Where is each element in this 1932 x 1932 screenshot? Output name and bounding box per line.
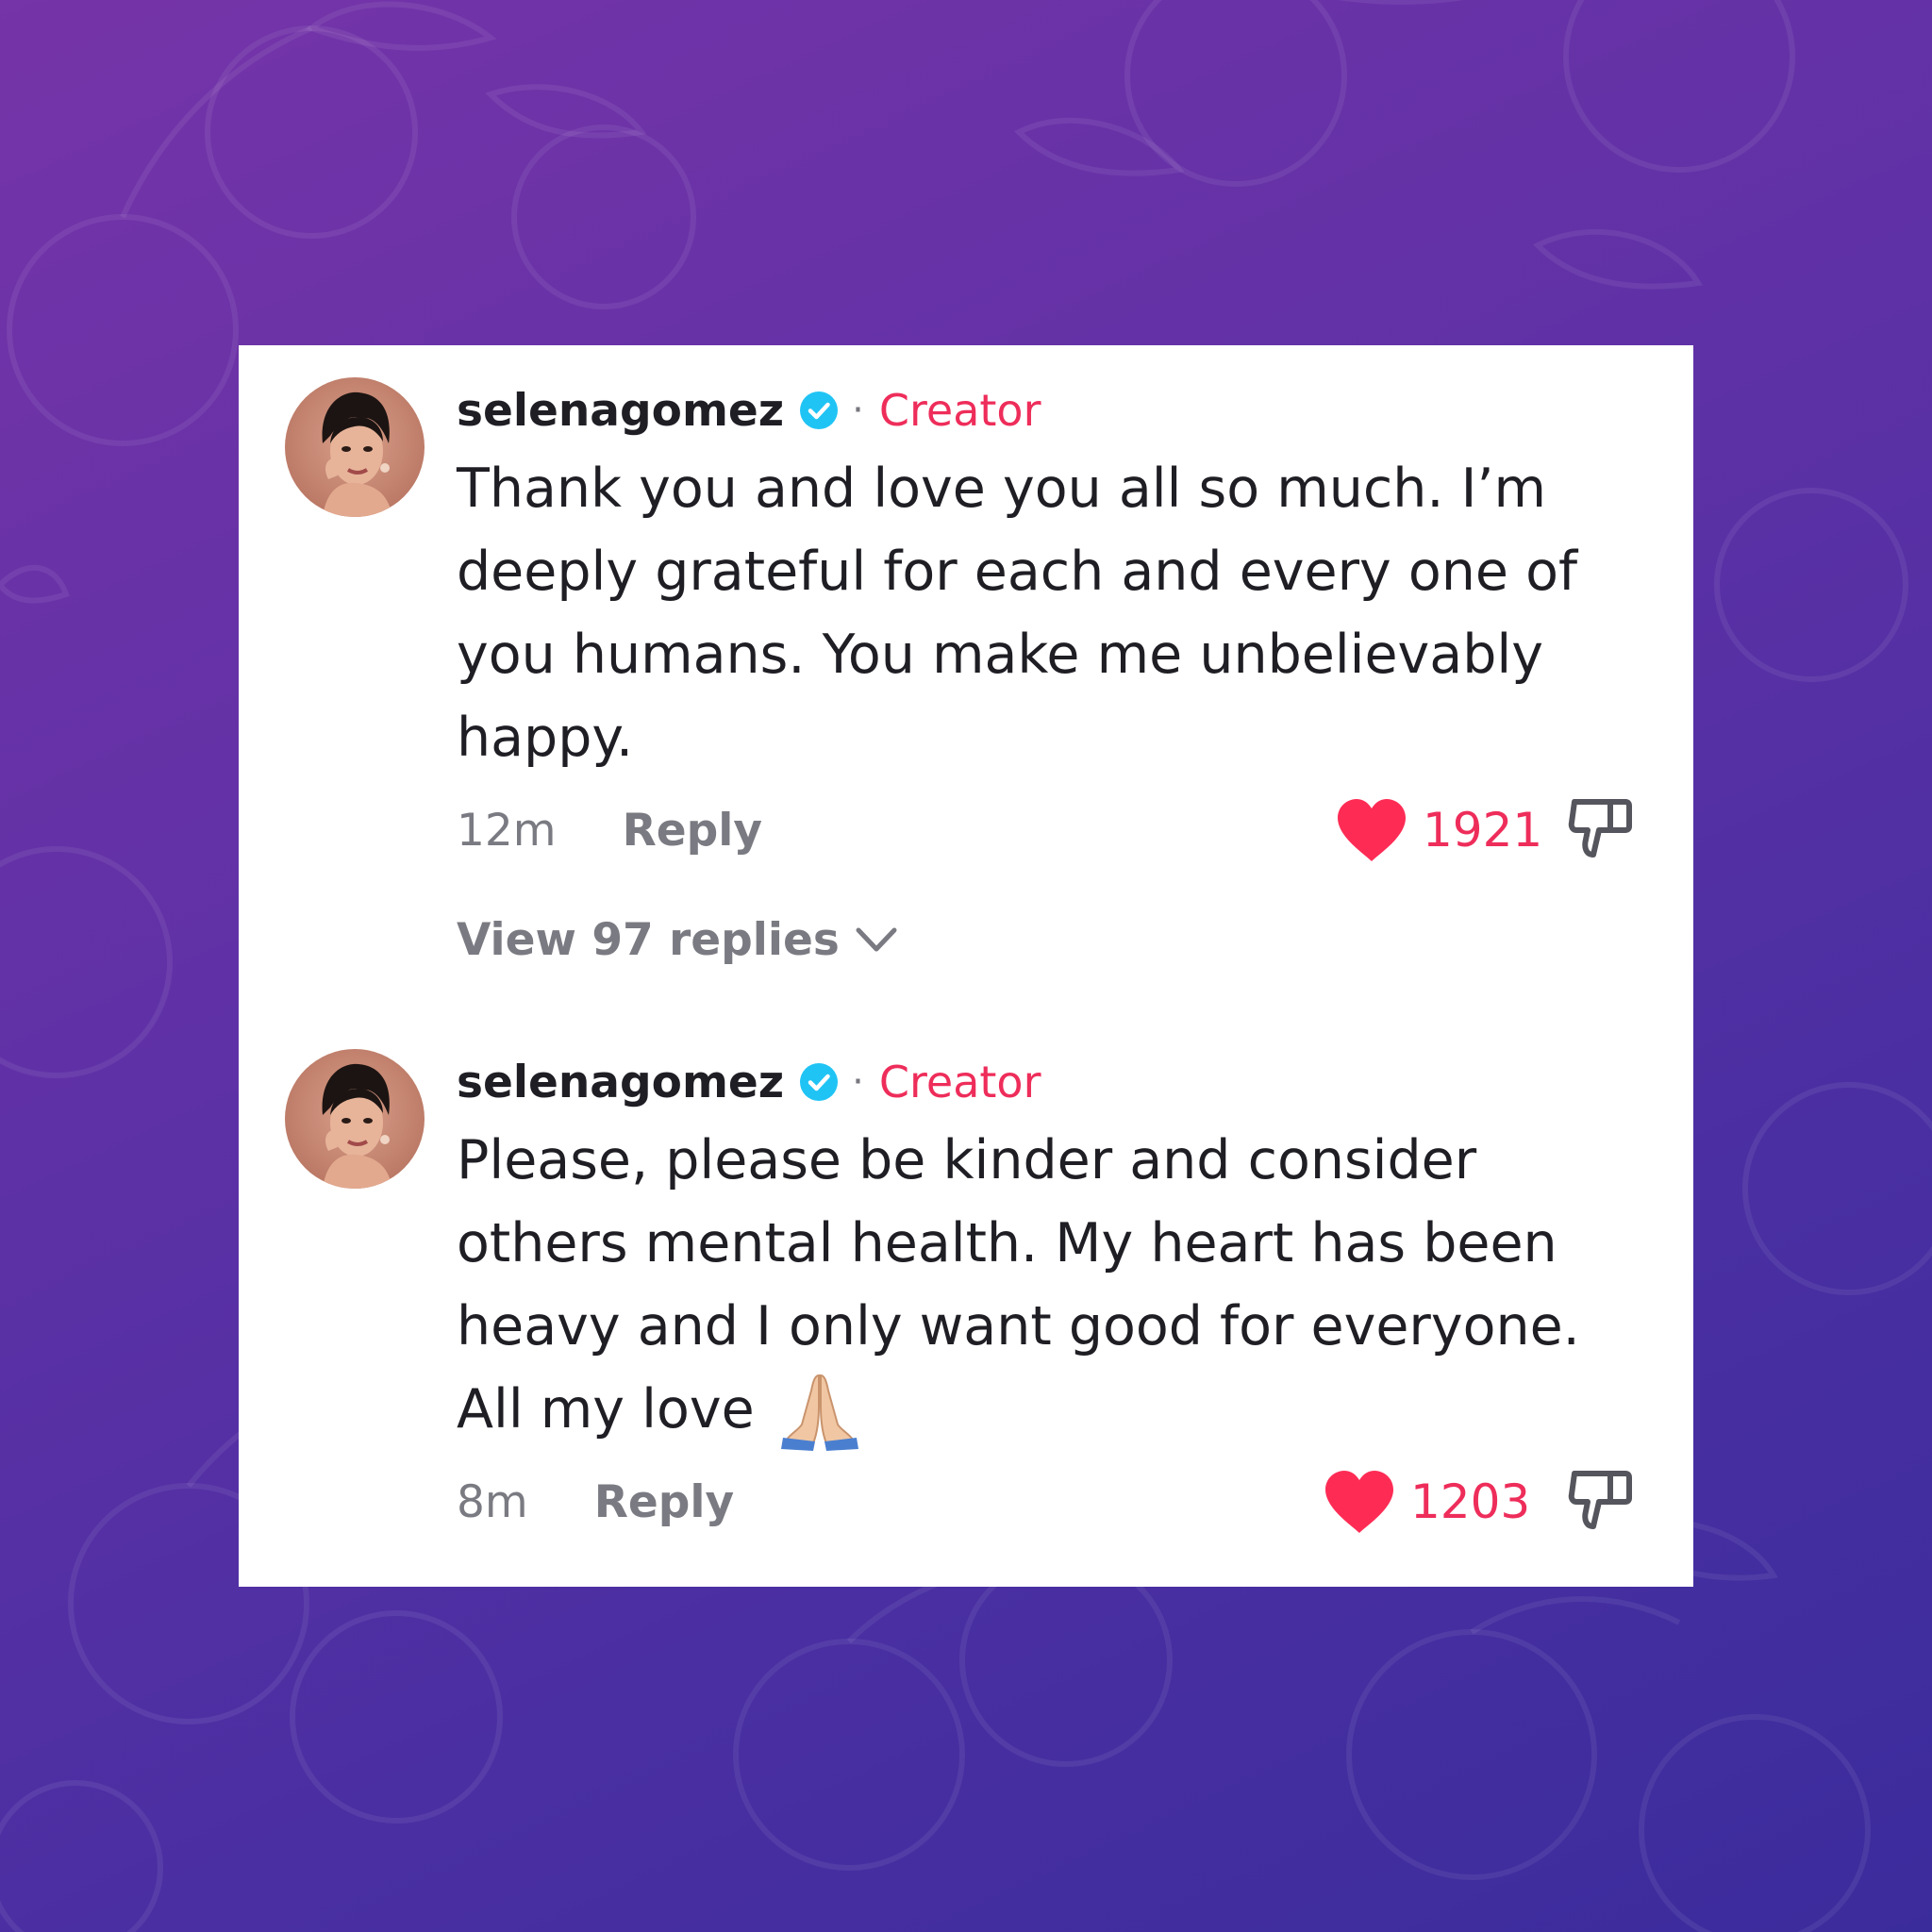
comment-header: selenagomez · Creator: [457, 377, 1041, 443]
separator: ·: [852, 1060, 864, 1104]
profile-photo: [285, 1049, 425, 1189]
creator-badge: Creator: [878, 1057, 1041, 1108]
like-button[interactable]: 1921: [1336, 792, 1542, 868]
comment-meta: 12m Reply: [457, 797, 762, 863]
heart-icon: [1338, 799, 1406, 861]
thumbs-down-icon[interactable]: [1567, 1464, 1635, 1532]
view-replies-button[interactable]: View 97 replies: [457, 907, 898, 973]
comment-text: Thank you and love you all so much. I’m …: [457, 447, 1645, 779]
separator: ·: [852, 389, 864, 432]
profile-photo: [285, 377, 425, 517]
timestamp: 12m: [457, 804, 557, 857]
like-count: 1203: [1410, 1474, 1531, 1529]
comment-text: Please, please be kinder and consider ot…: [457, 1119, 1645, 1451]
comment-meta: 8m Reply: [457, 1469, 734, 1535]
prayer-hands-emoji: [777, 1368, 862, 1451]
heart-icon: [1325, 1471, 1393, 1533]
timestamp: 8m: [457, 1475, 528, 1528]
comments-card: selenagomez · Creator Thank you and love…: [239, 345, 1693, 1587]
chevron-down-icon: [856, 927, 897, 952]
reply-button[interactable]: Reply: [594, 1476, 734, 1528]
like-button[interactable]: 1203: [1324, 1464, 1530, 1540]
username[interactable]: selenagomez: [457, 1057, 784, 1108]
creator-badge: Creator: [878, 385, 1041, 436]
comment-body: Please, please be kinder and consider ot…: [457, 1129, 1580, 1441]
prayer-hands-icon: [780, 1374, 858, 1451]
verified-badge-icon: [800, 391, 839, 429]
view-replies-label: View 97 replies: [457, 913, 840, 966]
verified-badge-icon: [800, 1063, 839, 1101]
thumbs-down-icon[interactable]: [1567, 792, 1635, 860]
username[interactable]: selenagomez: [457, 385, 784, 437]
comment-header: selenagomez · Creator: [457, 1049, 1041, 1115]
like-count: 1921: [1423, 803, 1543, 858]
avatar[interactable]: [285, 1049, 425, 1189]
reply-button[interactable]: Reply: [623, 805, 762, 857]
comment-body: Thank you and love you all so much. I’m …: [457, 458, 1578, 769]
avatar[interactable]: [285, 377, 425, 517]
